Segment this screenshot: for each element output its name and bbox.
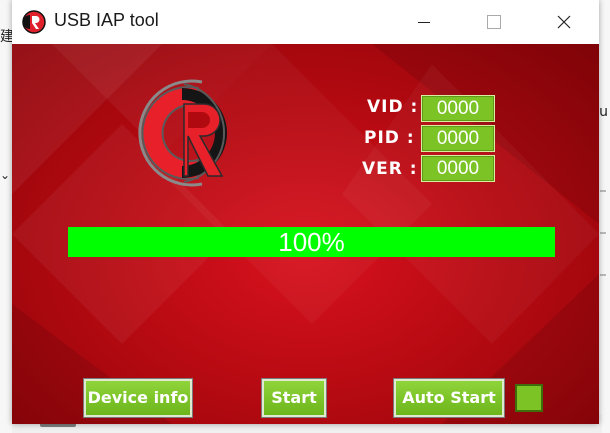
background-panel-left: 建 ⌄ — [0, 0, 14, 433]
maximize-button[interactable] — [471, 0, 517, 44]
app-logo-icon — [22, 10, 46, 34]
title-bar[interactable]: USB IAP tool — [12, 0, 599, 44]
divider — [600, 190, 606, 192]
main-panel: VID : 0000 PID : 0000 VER : 0000 100% De… — [12, 44, 599, 424]
close-button[interactable] — [541, 0, 587, 44]
start-button[interactable]: Start — [262, 379, 326, 417]
divider — [600, 274, 606, 276]
pid-field[interactable]: 0000 — [421, 125, 495, 152]
device-info-button[interactable]: Device info — [84, 379, 192, 417]
auto-start-button[interactable]: Auto Start — [394, 379, 504, 417]
chevron-down-icon: ⌄ — [0, 168, 11, 182]
close-icon — [557, 15, 571, 29]
maximize-icon — [487, 15, 501, 29]
vid-field[interactable]: 0000 — [421, 95, 495, 122]
vid-label: VID : — [367, 97, 419, 117]
window-title: USB IAP tool — [54, 10, 159, 30]
ver-label: VER : — [362, 159, 418, 179]
auto-start-checkbox[interactable] — [515, 384, 543, 412]
minimize-icon — [418, 21, 430, 23]
progress-bar: 100% — [68, 227, 555, 257]
divider — [600, 232, 606, 234]
pid-label: PID : — [364, 128, 415, 148]
background-text: u — [599, 104, 608, 120]
progress-text: 100% — [278, 227, 345, 257]
minimize-button[interactable] — [401, 0, 447, 44]
brand-logo — [138, 79, 227, 187]
app-window: USB IAP tool VID: 0000 PID: 0000 VER:… — [12, 0, 599, 424]
ver-field[interactable]: 0000 — [421, 155, 495, 182]
